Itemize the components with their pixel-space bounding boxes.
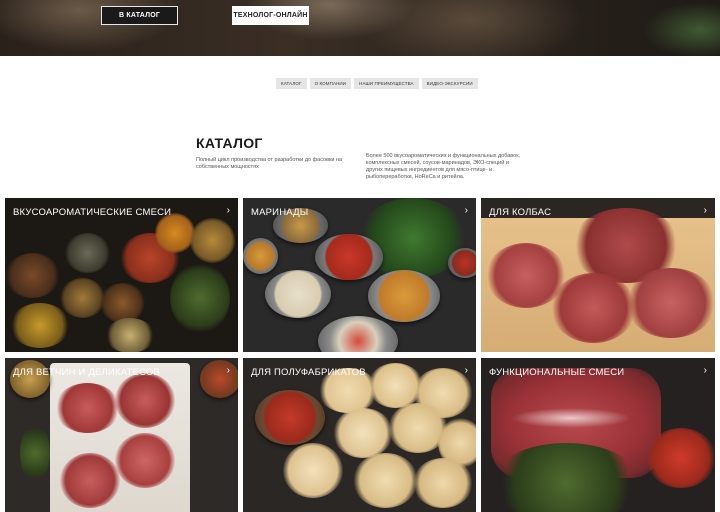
card-for-sausages[interactable]: ДЛЯ КОЛБАС › [481, 198, 715, 352]
tab-advantages[interactable]: НАШИ ПРЕИМУЩЕСТВА [354, 78, 419, 89]
card-label: ВКУСОАРОМАТИЧЕСКИЕ СМЕСИ [13, 207, 172, 218]
hero-banner: В КАТАЛОГ ТЕХНОЛОГ-ОНЛАЙН [0, 0, 720, 56]
marinades-image [243, 198, 476, 352]
catalog-description: Более 500 вкусоароматических и функциона… [366, 153, 521, 180]
tab-about[interactable]: О КОМПАНИИ [309, 78, 352, 89]
chevron-right-icon: › [703, 205, 707, 216]
chevron-right-icon: › [464, 205, 468, 216]
spices-image [5, 198, 238, 352]
tab-catalog[interactable]: КАТАЛОГ [276, 78, 307, 89]
card-label: ДЛЯ ВЕТЧИН И ДЕЛИКАТЕСОВ [13, 367, 161, 378]
card-flavor-mixes[interactable]: ВКУСОАРОМАТИЧЕСКИЕ СМЕСИ › [5, 198, 238, 352]
card-hams-delicacies[interactable]: ДЛЯ ВЕТЧИН И ДЕЛИКАТЕСОВ › [5, 358, 238, 512]
sausages-image [481, 198, 715, 352]
card-functional-mixes[interactable]: ФУНКЦИОНАЛЬНЫЕ СМЕСИ › [481, 358, 715, 512]
technologist-online-button[interactable]: ТЕХНОЛОГ-ОНЛАЙН [232, 6, 309, 25]
tab-video-tours[interactable]: ВИДЕО-ЭКСКУРСИИ [421, 78, 478, 89]
card-label: МАРИНАДЫ [251, 207, 309, 218]
card-label: ДЛЯ КОЛБАС [489, 207, 552, 218]
meat-image [481, 358, 715, 512]
card-marinades[interactable]: МАРИНАДЫ › [243, 198, 476, 352]
card-label: ДЛЯ ПОЛУФАБРИКАТОВ [251, 367, 366, 378]
card-semi-finished[interactable]: ДЛЯ ПОЛУФАБРИКАТОВ › [243, 358, 476, 512]
section-nav: КАТАЛОГ О КОМПАНИИ НАШИ ПРЕИМУЩЕСТВА ВИД… [276, 78, 478, 89]
catalog-title: КАТАЛОГ [196, 135, 263, 151]
chevron-right-icon: › [226, 365, 230, 376]
chevron-right-icon: › [703, 365, 707, 376]
catalog-grid: ВКУСОАРОМАТИЧЕСКИЕ СМЕСИ › МАРИНАДЫ › ДЛ… [5, 198, 715, 512]
catalog-lead: Полный цикл производства от разработки д… [196, 157, 343, 170]
hams-image [5, 358, 238, 512]
dumplings-image [243, 358, 476, 512]
to-catalog-button[interactable]: В КАТАЛОГ [101, 6, 178, 25]
card-label: ФУНКЦИОНАЛЬНЫЕ СМЕСИ [489, 367, 625, 378]
chevron-right-icon: › [464, 365, 468, 376]
chevron-right-icon: › [226, 205, 230, 216]
